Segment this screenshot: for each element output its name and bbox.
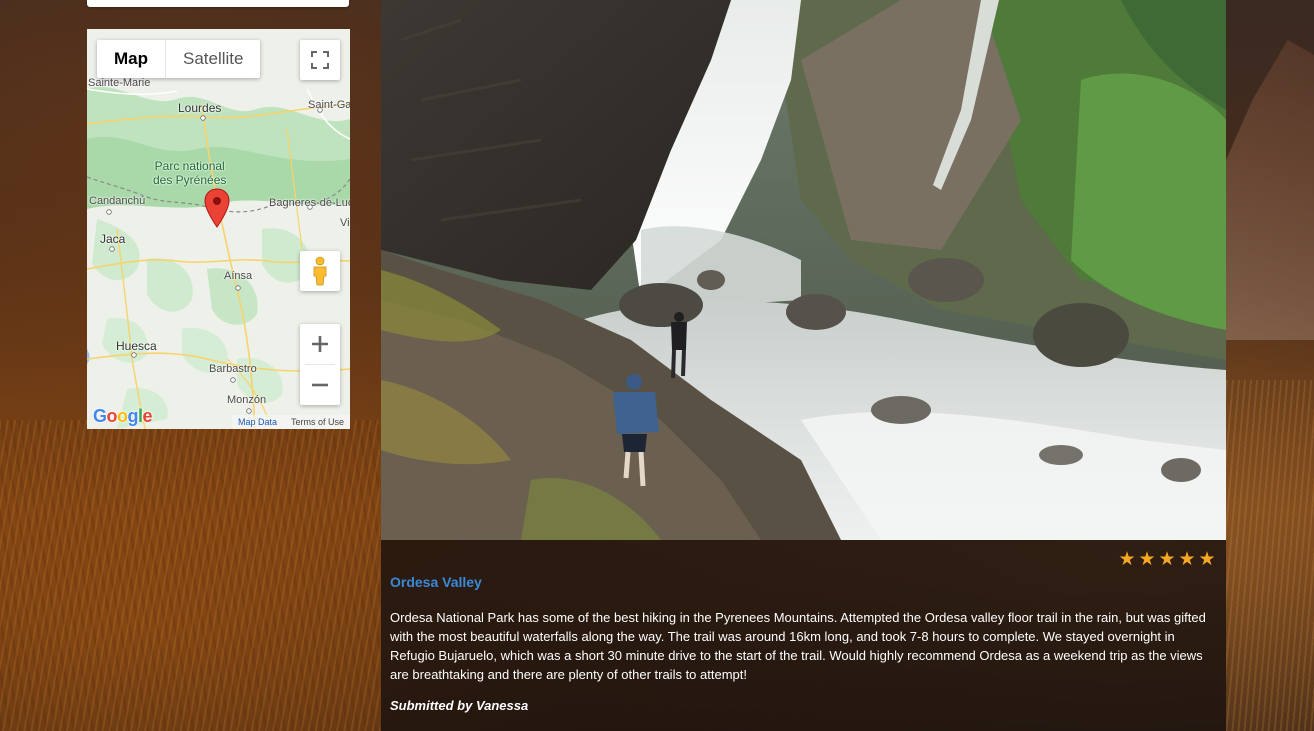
search-box[interactable] [87,0,349,7]
map-label-vi: Vi [340,217,350,229]
map-label-lourdes: Lourdes [178,101,222,115]
map-links: Map Data Terms of Use [231,415,350,429]
google-logo[interactable]: Google [93,406,153,427]
background-grass-left [0,420,380,731]
post-title-link[interactable]: Ordesa Valley [390,574,482,590]
map-label-monzon: Monzón [227,394,267,406]
zoom-in-icon [312,336,328,352]
map-type-map-button[interactable]: Map [97,40,165,78]
waterfall-photo [381,0,1226,540]
map-marker-icon[interactable] [204,188,230,228]
zoom-out-icon [312,383,328,387]
star-icon: ★ [1158,548,1176,570]
post-author: Submitted by Vanessa [390,698,529,713]
post-description: Ordesa National Park has some of the bes… [390,610,1206,682]
background-grass-right [1226,380,1314,731]
map-label-ainsa: Aínsa [224,270,253,282]
map-label-huesca: Huesca [116,339,157,353]
street-view-button[interactable] [300,251,340,291]
map-type-satellite-button[interactable]: Satellite [166,40,260,78]
post-photo [381,0,1226,540]
map-label-bagneres: Bagneres-de-Luc [269,197,350,209]
fullscreen-icon [311,51,329,69]
map-type-control: Map Satellite [97,40,261,78]
map-label-jaca: Jaca [100,232,126,246]
terms-of-use-link[interactable]: Terms of Use [291,415,344,429]
post-body: ★ ★ ★ ★ ★ Ordesa Valley Ordesa National … [381,540,1226,731]
star-icon: ★ [1118,548,1136,570]
map-label-sainte-marie: Sainte-Marie [88,77,151,89]
map-label-park-line2: des Pyrénées [153,173,227,187]
fullscreen-button[interactable] [300,40,340,80]
star-rating: ★ ★ ★ ★ ★ [1118,548,1216,570]
star-icon: ★ [1198,548,1216,570]
post-card: ★ ★ ★ ★ ★ Ordesa Valley Ordesa National … [381,0,1226,731]
pegman-icon [313,256,327,286]
map-label-candanchu: Candanchú [89,195,146,207]
map-label-park: Parc national des Pyrénées [153,159,226,187]
map-data-link[interactable]: Map Data [238,415,277,429]
star-icon: ★ [1138,548,1156,570]
zoom-out-button[interactable] [300,365,340,405]
zoom-in-button[interactable] [300,324,340,364]
star-icon: ★ [1178,548,1196,570]
map[interactable]: Sainte-Marie Lourdes Saint-Ga Parc natio… [87,29,350,429]
map-label-park-line1: Parc national [154,159,225,173]
zoom-control [300,324,340,405]
map-label-saint-ga: Saint-Ga [308,99,350,111]
map-label-barbastro: Barbastro [209,363,257,375]
map-footer: Google Map Data Terms of Use [87,406,350,429]
